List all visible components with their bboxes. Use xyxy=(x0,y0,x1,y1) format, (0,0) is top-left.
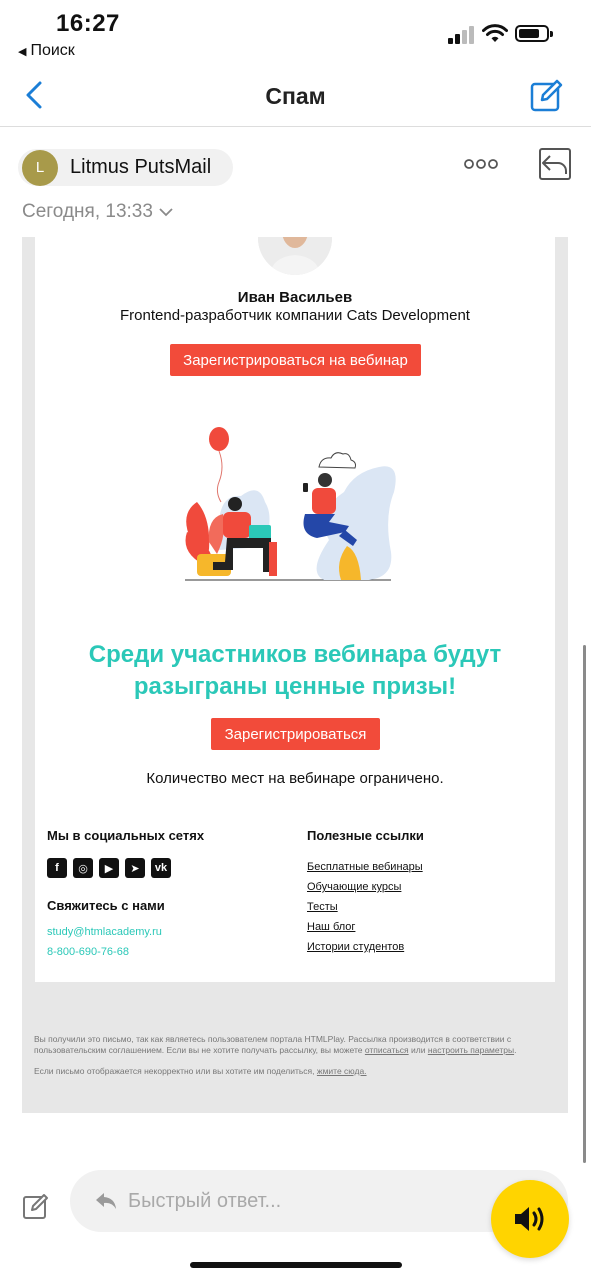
reply-arrow-icon xyxy=(96,1193,116,1209)
prize-headline: Среди участников вебинара будут разыгран… xyxy=(55,639,535,703)
scrollbar[interactable] xyxy=(583,645,586,1163)
social-icons-row: f ◎ ▶ ➤ vk xyxy=(47,858,287,878)
register-webinar-button[interactable]: Зарегистрироваться на вебинар xyxy=(170,344,421,376)
legal-notice: Вы получили это письмо, так как являетес… xyxy=(34,1034,556,1077)
back-triangle-icon: ◀ xyxy=(18,46,27,58)
webinar-illustration xyxy=(185,427,396,581)
footer-useful-links: Полезные ссылки Бесплатные вебинары Обуч… xyxy=(307,828,547,953)
contact-email-link[interactable]: study@htmlacademy.ru xyxy=(47,926,287,938)
cellular-signal-icon xyxy=(448,26,476,44)
email-content-card: Иван Васильев Frontend-разработчик компа… xyxy=(35,237,555,982)
compose-icon[interactable] xyxy=(530,78,564,112)
seats-limited-text: Количество мест на вебинаре ограничено. xyxy=(146,770,444,787)
more-options-icon[interactable] xyxy=(464,158,498,170)
chevron-down-icon xyxy=(159,201,173,223)
legal-share-text: Если письмо отображается некорректно или… xyxy=(34,1066,317,1076)
useful-link-blog[interactable]: Наш блог xyxy=(307,921,547,933)
sender-name: Litmus PutsMail xyxy=(70,156,212,178)
youtube-icon[interactable]: ▶ xyxy=(99,858,119,878)
status-time: 16:27 xyxy=(56,10,120,37)
folder-title: Спам xyxy=(265,83,326,109)
status-bar: 16:27 ◀ Поиск xyxy=(0,0,591,70)
settings-link[interactable]: настроить параметры xyxy=(428,1045,514,1055)
speaker-name: Иван Васильев xyxy=(237,289,353,306)
home-indicator xyxy=(190,1262,402,1268)
legal-paragraph-2: Если письмо отображается некорректно или… xyxy=(34,1066,556,1077)
speaker-role: Frontend-разработчик компании Cats Devel… xyxy=(120,307,470,324)
legal-paragraph-1: Вы получили это письмо, так как являетес… xyxy=(34,1034,556,1056)
instagram-icon[interactable]: ◎ xyxy=(73,858,93,878)
social-heading: Мы в социальных сетях xyxy=(47,828,205,843)
useful-link-tests[interactable]: Тесты xyxy=(307,901,547,913)
view-online-link[interactable]: жмите сюда. xyxy=(317,1066,367,1076)
unsubscribe-link[interactable]: отписаться xyxy=(365,1045,409,1055)
email-body: Иван Васильев Frontend-разработчик компа… xyxy=(22,237,568,1113)
speaker-icon xyxy=(515,1207,544,1231)
compose-new-icon[interactable] xyxy=(22,1192,50,1220)
telegram-icon[interactable]: ➤ xyxy=(125,858,145,878)
voice-assistant-button[interactable] xyxy=(491,1180,569,1258)
message-date[interactable]: Сегодня, 13:33 xyxy=(22,201,173,223)
useful-link-webinars[interactable]: Бесплатные вебинары xyxy=(307,861,547,873)
legal-or-text: или xyxy=(408,1045,428,1055)
vk-icon[interactable]: vk xyxy=(151,858,171,878)
useful-link-courses[interactable]: Обучающие курсы xyxy=(307,881,547,893)
useful-links-heading: Полезные ссылки xyxy=(307,828,424,843)
speaker-photo xyxy=(258,237,332,275)
back-app-label: Поиск xyxy=(30,42,75,59)
prize-line-1: Среди участников вебинара будут xyxy=(88,641,502,668)
facebook-icon[interactable]: f xyxy=(47,858,67,878)
useful-link-stories[interactable]: Истории студентов xyxy=(307,941,547,953)
contact-heading: Свяжитесь с нами xyxy=(47,898,165,913)
legal-end-text: . xyxy=(514,1045,517,1055)
date-text: Сегодня, 13:33 xyxy=(22,201,153,222)
back-to-app-link[interactable]: ◀ Поиск xyxy=(18,42,75,60)
quick-reply-input[interactable] xyxy=(128,1189,458,1213)
prize-line-2: разыграны ценные призы! xyxy=(133,673,457,700)
battery-icon xyxy=(515,25,553,42)
nav-bar: Спам xyxy=(0,70,591,127)
avatar: L xyxy=(22,149,58,186)
register-button[interactable]: Зарегистрироваться xyxy=(211,718,380,750)
sender-chip[interactable]: L Litmus PutsMail xyxy=(18,149,234,186)
footer-contacts: Мы в социальных сетях f ◎ ▶ ➤ vk Свяжитесь с… xyxy=(47,828,287,958)
wifi-icon xyxy=(482,24,508,42)
reply-icon[interactable] xyxy=(538,147,572,181)
contact-phone-link[interactable]: 8-800-690-76-68 xyxy=(47,946,287,958)
